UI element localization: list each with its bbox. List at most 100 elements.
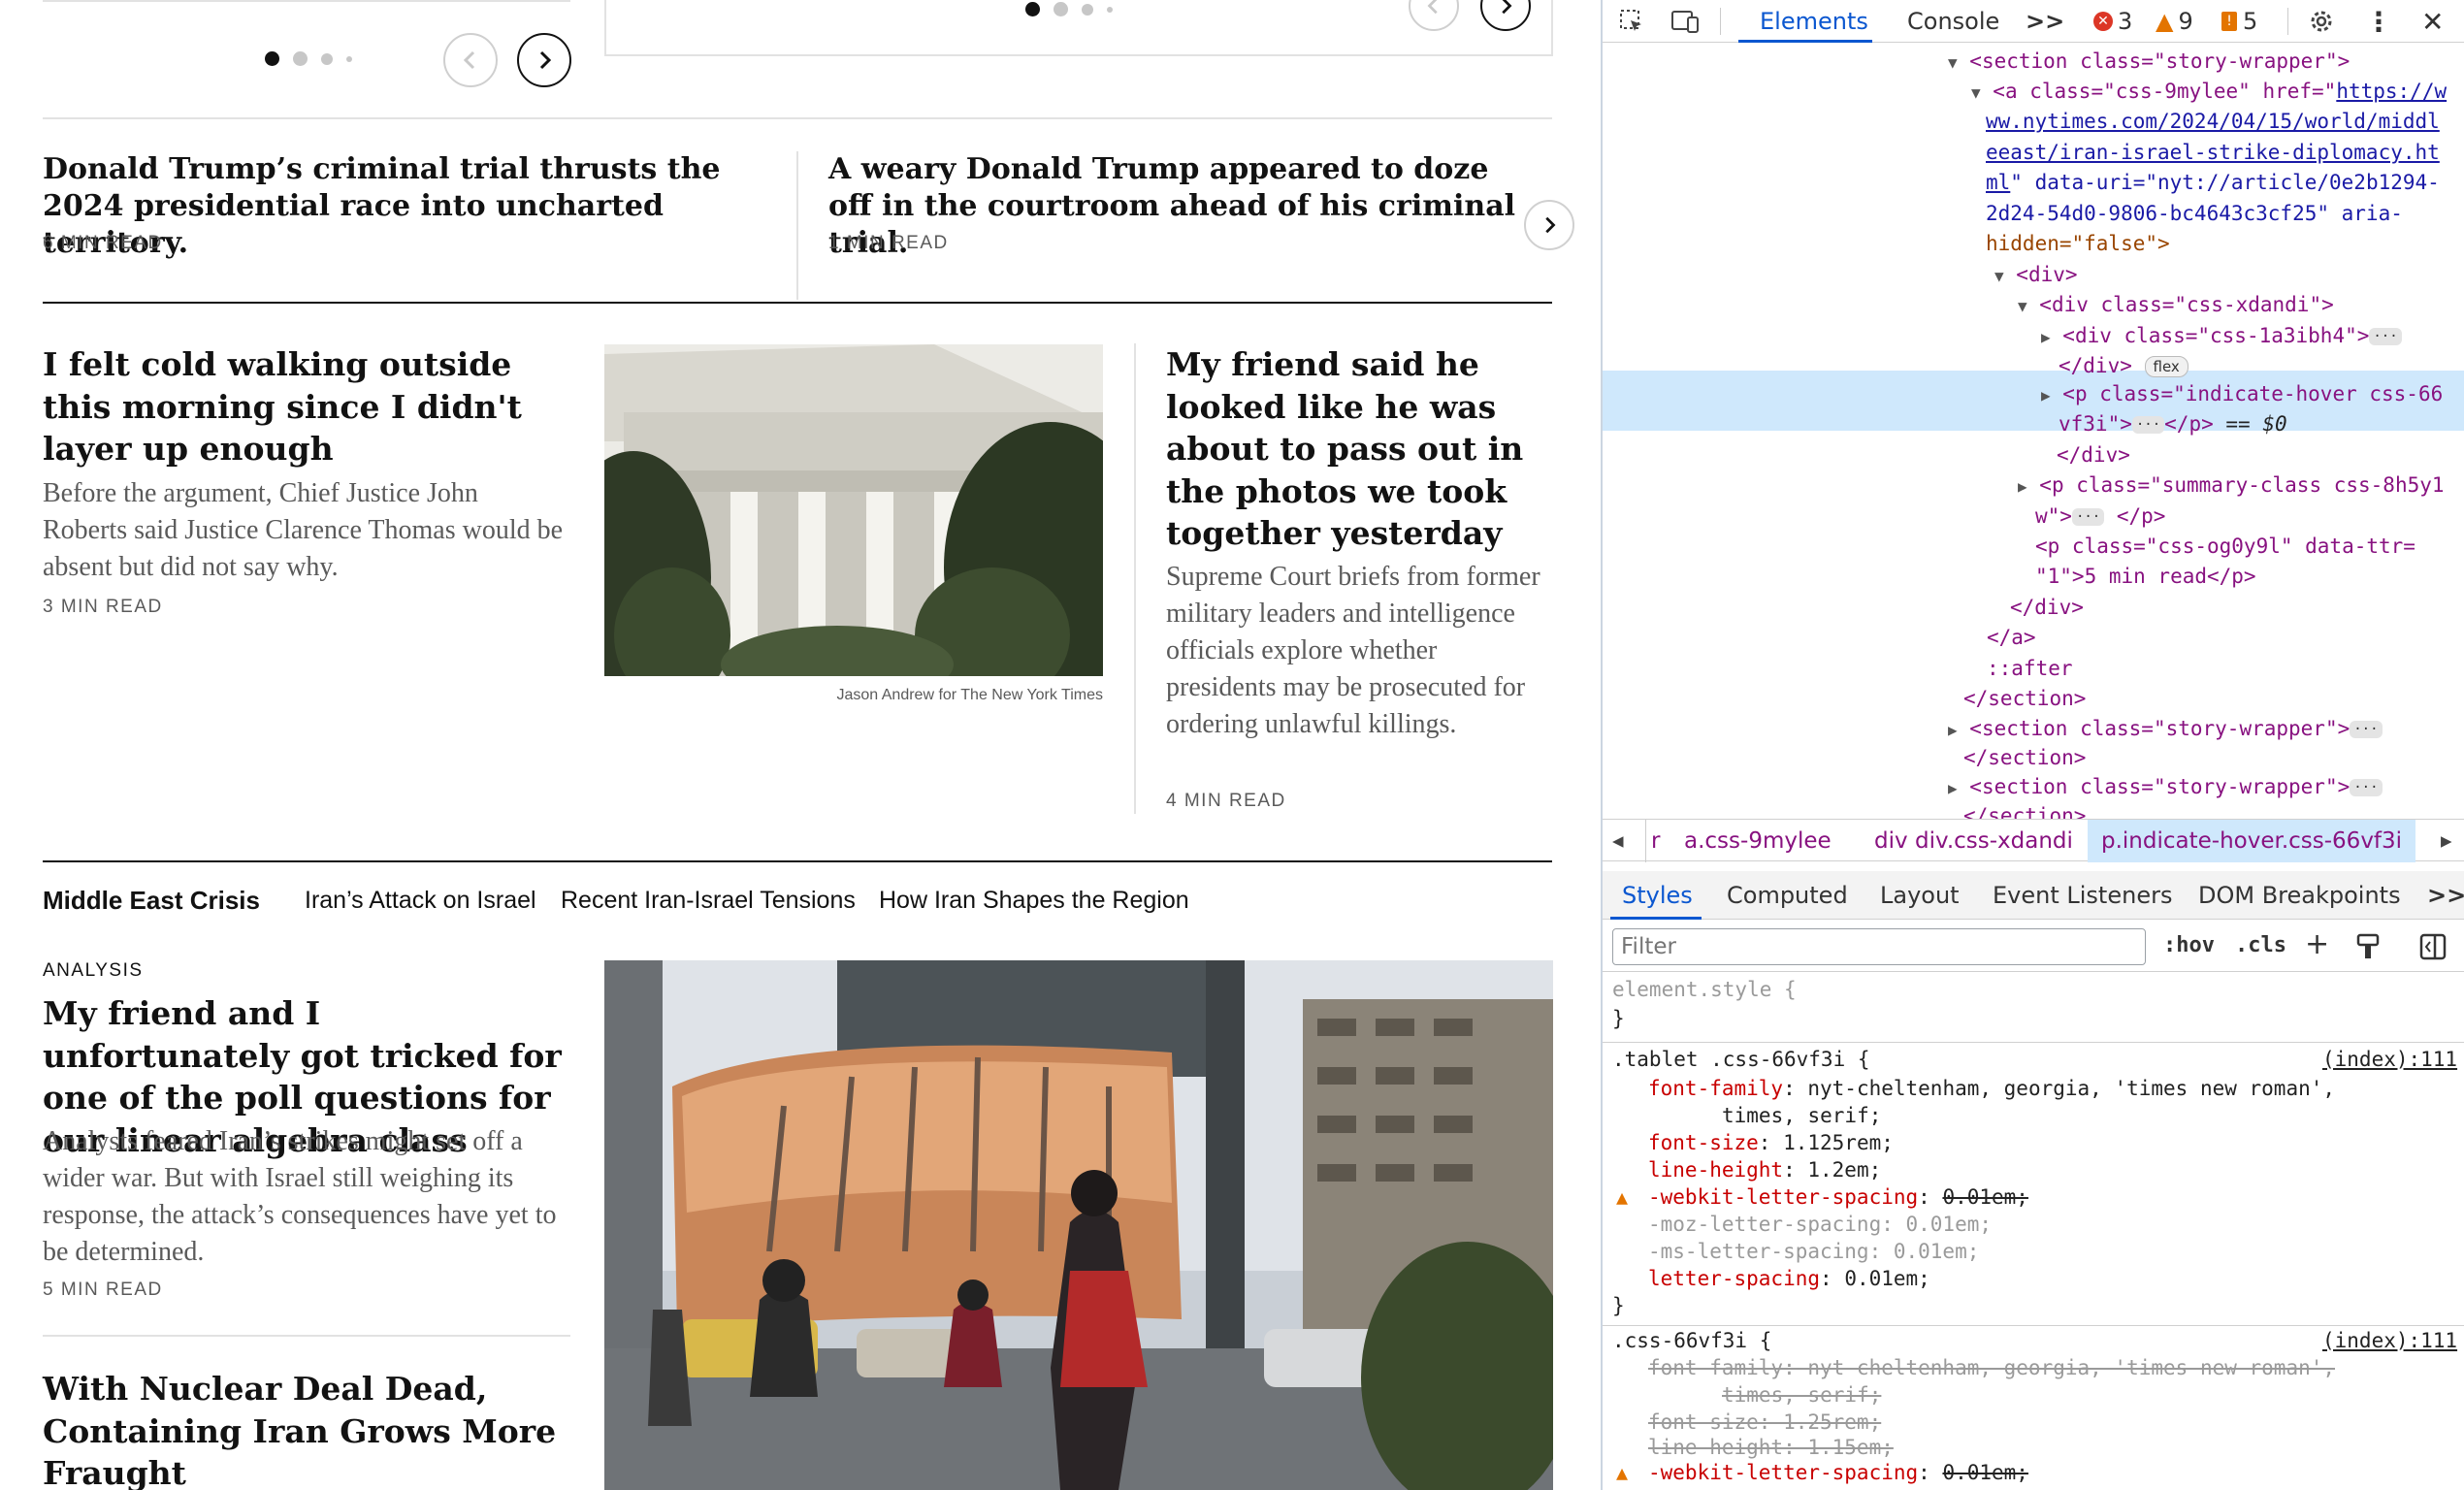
css-property[interactable]: line-height	[1648, 1158, 1783, 1182]
css-declaration-overridden[interactable]: line-height: 1.15em;	[1648, 1434, 1894, 1461]
styles-filter-input[interactable]	[1612, 928, 2146, 965]
dom-node[interactable]: </div>	[2057, 443, 2130, 467]
css-declaration-overridden[interactable]: font-family: nyt-cheltenham, georgia, 't…	[1648, 1354, 2335, 1381]
css-property[interactable]: letter-spacing	[1648, 1267, 1820, 1290]
close-icon[interactable]: ✕	[2421, 0, 2444, 43]
collapse-triangle-icon[interactable]: ▶	[2041, 386, 2051, 405]
collapse-triangle-icon[interactable]: ▶	[2018, 477, 2027, 496]
css-property[interactable]: -webkit-letter-spacing	[1648, 1185, 1918, 1209]
tehran-street-photo[interactable]	[604, 960, 1553, 1490]
css-value[interactable]: 0.01em;	[1844, 1267, 1930, 1290]
carousel-dot[interactable]	[1054, 2, 1068, 16]
settings-gear-icon[interactable]	[2307, 0, 2336, 43]
headline-link[interactable]: My friend said he looked like he was abo…	[1166, 343, 1544, 555]
dom-node[interactable]: </section>	[1963, 687, 2086, 710]
issues-count[interactable]: ! 5	[2221, 0, 2257, 43]
breadcrumb-item[interactable]: r	[1651, 820, 1660, 862]
paint-brush-icon[interactable]	[2355, 933, 2381, 964]
headline-link[interactable]: With Nuclear Deal Dead, Containing Iran …	[43, 1368, 567, 1490]
breadcrumb-scroll-right-icon[interactable]: ▸	[2441, 820, 2452, 862]
dom-node[interactable]: <section class="story-wrapper">	[1969, 717, 2350, 740]
dom-href-link[interactable]: ww.nytimes.com/2024/04/15/world/middl	[1986, 110, 2440, 133]
collapse-triangle-icon[interactable]: ▶	[1948, 721, 1958, 739]
carousel-dot[interactable]	[321, 52, 333, 65]
section-title[interactable]: Middle East Crisis	[43, 886, 260, 916]
carousel-dot[interactable]	[1025, 2, 1040, 16]
device-toolbar-icon[interactable]	[1670, 0, 1700, 43]
hov-toggle[interactable]: :hov	[2163, 933, 2215, 957]
supreme-court-photo[interactable]	[604, 344, 1103, 676]
ellipsis-icon[interactable]: ···	[2071, 508, 2105, 526]
css-value[interactable]: 1.125rem;	[1783, 1131, 1894, 1154]
tab-dom-breakpoints[interactable]: DOM Breakpoints	[2198, 871, 2401, 920]
tab-elements[interactable]: Elements	[1760, 0, 1868, 43]
expand-triangle-icon[interactable]: ▼	[1994, 267, 2004, 285]
carousel-dots-right[interactable]	[1025, 2, 1113, 16]
section-link[interactable]: Recent Iran-Israel Tensions	[561, 887, 856, 915]
css-value[interactable]: 1.2em;	[1807, 1158, 1881, 1182]
rule-source-link[interactable]: (index):111	[2322, 1327, 2457, 1354]
css-declaration-inactive[interactable]: -moz-letter-spacing: 0.01em;	[1648, 1211, 1992, 1238]
flex-badge[interactable]: flex	[2144, 356, 2188, 377]
css-declaration[interactable]: line-height: 1.2em;	[1648, 1156, 1881, 1183]
dom-node[interactable]: </section>	[1963, 746, 2086, 769]
css-value[interactable]: nyt-cheltenham, georgia, 'times new roma…	[1807, 1077, 2335, 1100]
row-next-button[interactable]	[1524, 200, 1574, 250]
expand-triangle-icon[interactable]: ▼	[2018, 297, 2027, 315]
css-declaration[interactable]: font-size: 1.125rem;	[1648, 1129, 1894, 1156]
cls-toggle[interactable]: .cls	[2235, 933, 2286, 957]
css-declaration-overridden[interactable]: times, serif;	[1722, 1381, 1881, 1409]
css-declaration[interactable]: letter-spacing: 0.01em;	[1648, 1265, 1930, 1292]
styles-pane[interactable]: element.style { } .tablet .css-66vf3i { …	[1603, 972, 2464, 1490]
dom-node[interactable]: w">	[2035, 504, 2072, 528]
rule-selector[interactable]: .tablet .css-66vf3i {	[1612, 1046, 1870, 1073]
more-subtabs-icon[interactable]: >>	[2427, 871, 2464, 920]
rule-source-link[interactable]: (index):111	[2322, 1046, 2457, 1073]
kebab-menu-icon[interactable]: ⋮	[2365, 0, 2392, 43]
dom-node[interactable]: <p class="summary-class css-8h5y1	[2039, 473, 2444, 497]
carousel-dot[interactable]	[1082, 3, 1093, 16]
dom-node[interactable]: </section>	[1963, 804, 2086, 819]
css-declaration-inactive[interactable]: -ms-letter-spacing: 0.01em;	[1648, 1238, 1979, 1265]
dom-node-selected[interactable]: vf3i">	[2059, 412, 2132, 436]
dom-node[interactable]: <div class="css-xdandi">	[2039, 293, 2333, 316]
collapse-triangle-icon[interactable]: ▶	[2041, 328, 2051, 346]
expand-triangle-icon[interactable]: ▼	[1971, 83, 1981, 102]
section-link[interactable]: How Iran Shapes the Region	[879, 887, 1189, 915]
expand-triangle-icon[interactable]: ▼	[1948, 53, 1958, 72]
rule-selector[interactable]: element.style {	[1612, 978, 1797, 1001]
dom-href-link[interactable]: https://w	[2336, 80, 2447, 103]
error-count[interactable]: ✕ 3	[2093, 0, 2132, 43]
carousel-prev-button[interactable]	[443, 33, 498, 87]
css-declaration[interactable]: font-family: nyt-cheltenham, georgia, 't…	[1648, 1075, 2335, 1102]
css-property[interactable]: -webkit-letter-spacing	[1648, 1461, 1918, 1484]
tab-styles[interactable]: Styles	[1622, 871, 1693, 920]
dom-href-link[interactable]: eeast/iran-israel-strike-diplomacy.ht	[1986, 141, 2440, 164]
tab-console[interactable]: Console	[1907, 0, 1999, 43]
carousel-dot[interactable]	[293, 51, 308, 66]
inspect-element-icon[interactable]	[1618, 0, 1645, 43]
toggle-sidebar-icon[interactable]	[2419, 933, 2447, 964]
dom-node[interactable]: </a>	[1987, 626, 2036, 649]
css-declaration-overridden[interactable]: font-size: 1.25rem;	[1648, 1409, 1881, 1436]
css-declaration[interactable]: -webkit-letter-spacing: 0.01em;	[1648, 1459, 2028, 1486]
css-value-continued[interactable]: times, serif;	[1722, 1102, 1881, 1129]
dom-node[interactable]: </div>	[2010, 596, 2084, 619]
element-style-rule[interactable]: element.style {	[1612, 976, 1797, 1003]
breadcrumb-item-active[interactable]: p.indicate-hover.css-66vf3i	[2088, 820, 2416, 862]
css-declaration[interactable]: -webkit-letter-spacing: 0.01em;	[1648, 1183, 2028, 1211]
warning-count[interactable]: ▲ 9	[2156, 0, 2193, 43]
breadcrumb-item[interactable]: a.css-9mylee	[1684, 820, 1832, 862]
dom-node[interactable]: <div class="css-1a3ibh4">	[2062, 324, 2369, 347]
carousel-dot[interactable]	[346, 55, 352, 62]
dom-node[interactable]: <p class="css-og0y9l" data-ttr=	[2035, 534, 2415, 558]
dom-node[interactable]: </div>	[2059, 354, 2132, 377]
rule-selector[interactable]: .css-66vf3i {	[1612, 1327, 1771, 1354]
ellipsis-icon[interactable]: ···	[2350, 779, 2383, 796]
css-value-invalid[interactable]: 0.01em;	[1942, 1185, 2028, 1209]
carousel-dots-left[interactable]	[265, 51, 352, 66]
dom-node[interactable]: <div>	[2016, 263, 2077, 286]
dom-node-selected[interactable]: <p class="indicate-hover css-66	[2062, 382, 2443, 405]
breadcrumb-scroll-left-icon[interactable]: ◂	[1612, 820, 1624, 862]
dom-node[interactable]: <section class="story-wrapper">	[1969, 49, 2350, 73]
